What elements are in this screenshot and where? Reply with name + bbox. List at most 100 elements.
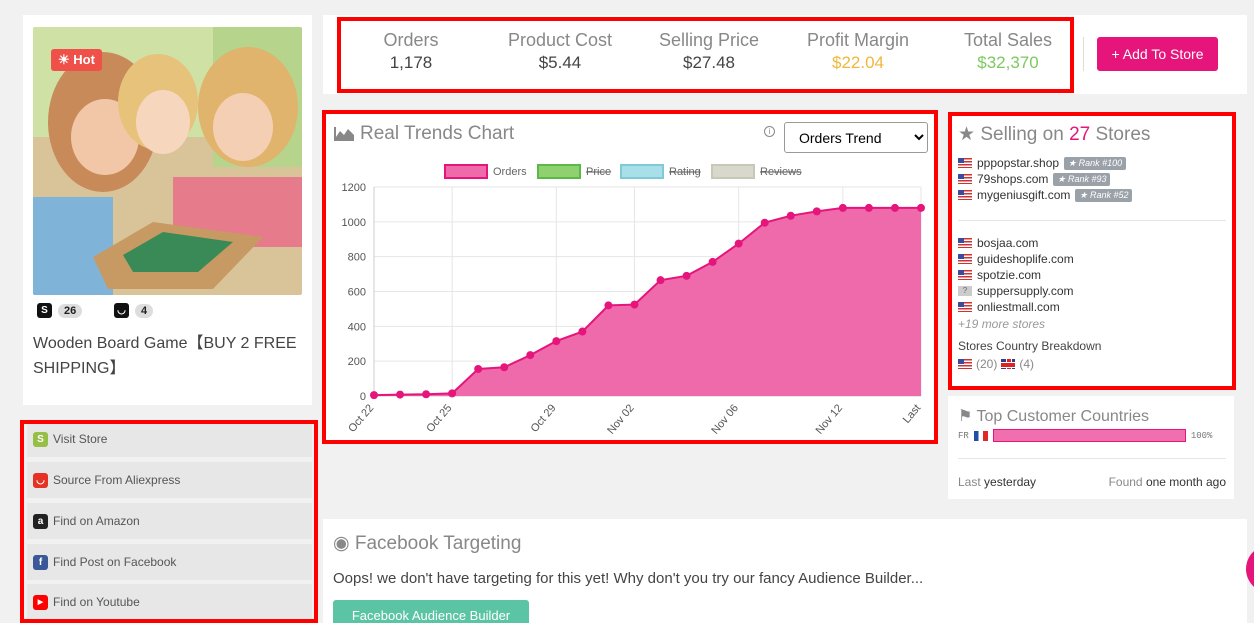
store-row[interactable]: pppopstar.shop ★ Rank #100 bbox=[958, 155, 1127, 171]
add-to-store-button[interactable]: + Add To Store bbox=[1097, 37, 1218, 71]
us-store-count: (20) bbox=[976, 357, 998, 371]
shopify-bag-icon: S bbox=[37, 303, 52, 318]
store-name[interactable]: guideshoplife.com bbox=[977, 252, 1074, 266]
source-aliexpress-label: Source From Aliexpress bbox=[53, 473, 181, 487]
visit-store-button[interactable]: S Visit Store bbox=[27, 421, 312, 457]
store-row[interactable]: ? suppersupply.com bbox=[958, 283, 1074, 299]
countries-title-text: Top Customer Countries bbox=[976, 408, 1150, 425]
trends-title: Real Trends Chart bbox=[360, 123, 515, 144]
orders-point bbox=[396, 390, 405, 399]
x-tick-label: Nov 02 bbox=[605, 402, 637, 436]
orders-point bbox=[682, 271, 691, 280]
countries-title: ⚑ Top Customer Countries bbox=[958, 406, 1149, 426]
y-tick-label: 1000 bbox=[342, 217, 366, 229]
y-tick-label: 0 bbox=[360, 391, 366, 403]
info-icon[interactable]: i bbox=[764, 126, 775, 137]
country-percent: 100% bbox=[1190, 430, 1213, 441]
profit-margin-stat: Profit Margin $22.04 bbox=[783, 30, 933, 73]
facebook-audience-builder-button[interactable]: Facebook Audience Builder bbox=[333, 600, 529, 623]
rank-label: Rank #52 bbox=[1089, 189, 1129, 200]
area-chart-icon bbox=[334, 127, 354, 141]
orders-point bbox=[604, 301, 613, 310]
store-row[interactable]: mygeniusgift.com ★ Rank #52 bbox=[958, 187, 1133, 203]
legend-label: Rating bbox=[669, 166, 701, 178]
more-stores-link[interactable]: +19 more stores bbox=[958, 317, 1045, 331]
product-cost-value: $5.44 bbox=[538, 53, 582, 72]
store-row[interactable]: spotzie.com bbox=[958, 267, 1041, 283]
stores-divider bbox=[958, 220, 1226, 221]
orders-point bbox=[812, 207, 821, 216]
selling-price-stat: Selling Price $27.48 bbox=[634, 30, 784, 73]
fr-flag-icon bbox=[973, 430, 988, 441]
x-tick-label: Nov 12 bbox=[814, 402, 846, 436]
store-row[interactable]: onliestmall.com bbox=[958, 299, 1060, 315]
store-row[interactable]: bosjaa.com bbox=[958, 235, 1038, 251]
legend-swatch bbox=[711, 164, 755, 179]
target-icon: ◉ bbox=[333, 533, 350, 554]
orders-point bbox=[578, 327, 587, 336]
orders-point bbox=[552, 337, 561, 346]
visit-store-label: Visit Store bbox=[53, 432, 108, 446]
youtube-icon: ▶ bbox=[33, 594, 48, 610]
orders-point bbox=[448, 389, 457, 398]
flag-icon: ⚑ bbox=[958, 408, 973, 425]
store-name[interactable]: mygeniusgift.com bbox=[977, 188, 1070, 202]
y-tick-label: 800 bbox=[348, 252, 366, 264]
aliexpress-icon: ◡ bbox=[33, 472, 48, 488]
us-flag-icon bbox=[958, 174, 972, 184]
store-name[interactable]: suppersupply.com bbox=[977, 284, 1074, 298]
country-breakdown-label: Stores Country Breakdown bbox=[958, 339, 1102, 353]
orders-point bbox=[760, 218, 769, 227]
legend-item: Reviews bbox=[711, 164, 802, 179]
unknown-flag-icon: ? bbox=[958, 286, 972, 296]
rank-label: Rank #100 bbox=[1078, 157, 1123, 168]
orders-point bbox=[630, 300, 639, 309]
store-name[interactable]: bosjaa.com bbox=[977, 236, 1038, 250]
product-cost-stat: Product Cost $5.44 bbox=[485, 30, 635, 73]
orders-point bbox=[708, 257, 717, 266]
facebook-targeting-title-text: Facebook Targeting bbox=[354, 533, 522, 554]
find-facebook-button[interactable]: f Find Post on Facebook bbox=[27, 544, 312, 580]
found-date: Found one month ago bbox=[1109, 475, 1226, 489]
uk-flag-icon bbox=[1001, 359, 1016, 369]
find-youtube-button[interactable]: ▶ Find on Youtube bbox=[27, 584, 312, 620]
store-name[interactable]: spotzie.com bbox=[977, 268, 1041, 282]
x-tick-label: Oct 25 bbox=[424, 402, 454, 435]
profit-margin-value: $22.04 bbox=[832, 53, 884, 72]
source-aliexpress-button[interactable]: ◡ Source From Aliexpress bbox=[27, 462, 312, 498]
trend-type-select[interactable]: Orders Trend bbox=[784, 122, 928, 153]
facebook-targeting-message: Oops! we don't have targeting for this y… bbox=[333, 570, 924, 587]
legend-item: Price bbox=[537, 164, 611, 179]
find-amazon-label: Find on Amazon bbox=[53, 514, 140, 528]
product-title[interactable]: Wooden Board Game【BUY 2 FREE SHIPPING】 bbox=[33, 331, 303, 381]
store-name[interactable]: 79shops.com bbox=[977, 172, 1048, 186]
legend-swatch bbox=[537, 164, 581, 179]
y-tick-label: 600 bbox=[348, 287, 366, 299]
store-name[interactable]: onliestmall.com bbox=[977, 300, 1060, 314]
legend-label: Orders bbox=[493, 166, 527, 178]
orders-point bbox=[656, 276, 665, 285]
orders-point bbox=[917, 203, 925, 212]
store-row[interactable]: 79shops.com ★ Rank #93 bbox=[958, 171, 1111, 187]
store-row[interactable]: guideshoplife.com bbox=[958, 251, 1074, 267]
last-value: yesterday bbox=[984, 475, 1037, 489]
product-cost-label: Product Cost bbox=[507, 30, 613, 50]
find-amazon-button[interactable]: a Find on Amazon bbox=[27, 503, 312, 539]
product-image[interactable]: ☀ Hot bbox=[33, 27, 302, 295]
us-flag-icon bbox=[958, 238, 972, 248]
orders-point bbox=[786, 211, 795, 220]
country-share-bar bbox=[992, 429, 1186, 442]
countries-card: ⚑ Top Customer Countries FR 100% Last ye… bbox=[948, 396, 1234, 499]
chat-bubble-button[interactable] bbox=[1246, 545, 1254, 593]
orders-point bbox=[838, 203, 847, 212]
fire-icon: ☀ bbox=[58, 52, 70, 67]
orders-area bbox=[374, 207, 921, 396]
orders-stat: Orders 1,178 bbox=[336, 30, 486, 73]
stores-card: ★ Selling on 27 Stores pppopstar.shop ★ … bbox=[948, 112, 1234, 389]
orders-point bbox=[526, 351, 535, 360]
orders-point bbox=[500, 363, 509, 372]
store-name[interactable]: pppopstar.shop bbox=[977, 156, 1059, 170]
star-icon: ★ bbox=[958, 124, 976, 145]
trends-card: Real Trends Chart i Orders Trend Orders P… bbox=[323, 112, 936, 442]
find-youtube-label: Find on Youtube bbox=[53, 595, 140, 609]
